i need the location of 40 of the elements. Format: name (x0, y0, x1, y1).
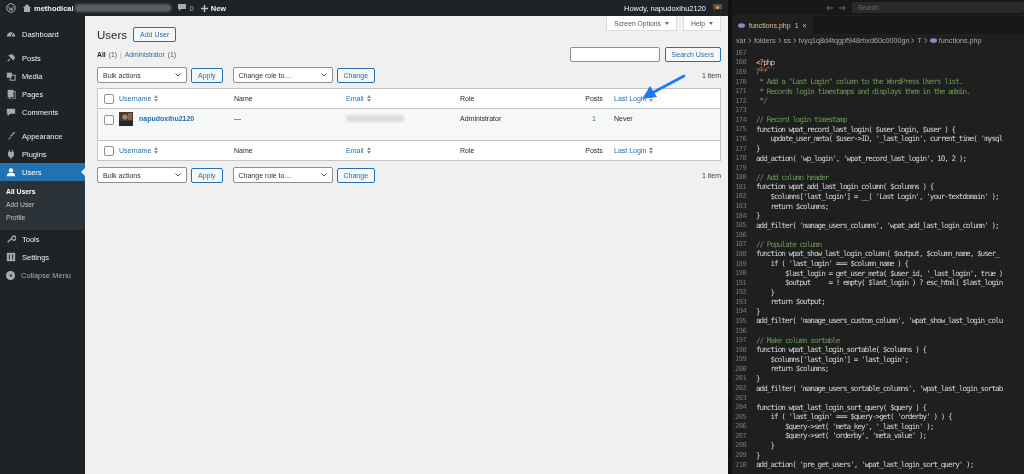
chevron-right-icon (911, 38, 916, 43)
caret-down-icon (709, 21, 713, 25)
back-arrow-icon[interactable] (826, 4, 833, 11)
sliders-icon (6, 252, 16, 262)
search-field[interactable] (569, 46, 660, 62)
php-file-icon (738, 22, 745, 28)
chevron-right-icon (792, 38, 797, 43)
person-icon (6, 167, 16, 177)
home-icon[interactable] (23, 4, 31, 12)
chevron-right-icon (923, 38, 928, 43)
gauge-icon (6, 29, 16, 39)
sort-icon (154, 147, 159, 154)
collapse-icon (6, 270, 15, 280)
chevron-down-icon (175, 173, 181, 177)
brush-icon (6, 131, 16, 141)
wrench-icon (6, 234, 16, 244)
chevron-right-icon (777, 38, 782, 43)
chevron-down-icon (175, 73, 181, 77)
sort-icon (366, 95, 371, 102)
pages-icon (6, 89, 16, 99)
chevron-down-icon (320, 73, 327, 77)
checkbox[interactable] (104, 93, 114, 104)
media-icon (6, 71, 16, 81)
sort-icon (649, 147, 654, 154)
checkbox[interactable] (104, 145, 114, 156)
chevron-right-icon (748, 38, 752, 43)
blurred-text (346, 115, 404, 122)
pin-icon (6, 53, 16, 63)
page-title: Users (97, 28, 128, 41)
speech-bubble-icon (6, 107, 16, 117)
plug-icon (6, 149, 16, 159)
speech-bubble-icon[interactable] (177, 4, 186, 12)
forward-arrow-icon[interactable] (839, 4, 846, 11)
plus-icon[interactable] (200, 4, 208, 12)
caret-down-icon (665, 21, 669, 25)
sort-icon (154, 95, 159, 102)
checkbox[interactable] (104, 115, 114, 125)
sort-icon (366, 147, 371, 154)
php-file-icon (929, 38, 937, 43)
chevron-down-icon (320, 173, 327, 177)
